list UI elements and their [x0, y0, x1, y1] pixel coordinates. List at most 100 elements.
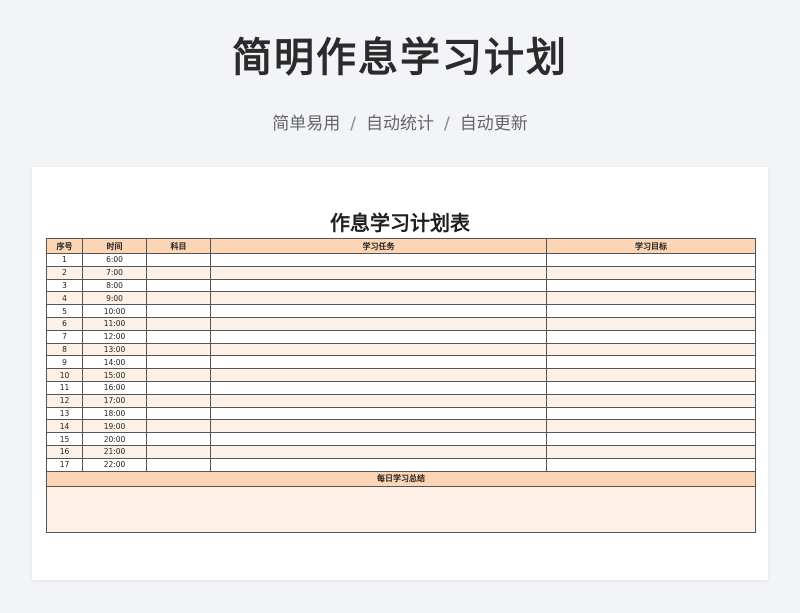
cell-time: 21:00	[82, 444, 147, 459]
cell-goal[interactable]	[546, 304, 756, 318]
cell-time: 22:00	[82, 457, 147, 472]
cell-time: 18:00	[82, 406, 147, 421]
cell-goal[interactable]	[546, 393, 756, 408]
cell-subject[interactable]	[146, 457, 211, 472]
summary-content-row	[46, 485, 756, 533]
cell-no: 5	[46, 304, 83, 318]
cell-time: 15:00	[82, 368, 147, 382]
schedule-table: 序号 时间 科目 学习任务 学习目标 1 6:00 2 7:00 3 8:00 4 9:00 5…	[46, 238, 756, 533]
cell-subject[interactable]	[146, 368, 211, 382]
cell-time: 14:00	[82, 355, 147, 370]
cell-goal[interactable]	[546, 457, 756, 472]
cell-task[interactable]	[210, 342, 547, 357]
cell-time: 17:00	[82, 393, 147, 408]
cell-goal[interactable]	[546, 265, 756, 280]
cell-no: 3	[46, 278, 83, 293]
summary-header-row: 每日学习总结	[46, 470, 756, 487]
cell-subject[interactable]	[146, 355, 211, 370]
cell-task[interactable]	[210, 291, 547, 306]
cell-time: 8:00	[82, 278, 147, 293]
cell-time: 11:00	[82, 316, 147, 331]
table-row: 11 16:00	[46, 380, 756, 395]
cell-task[interactable]	[210, 329, 547, 344]
sheet-title: 作息学习计划表	[330, 211, 470, 235]
cell-subject[interactable]	[146, 432, 211, 446]
cell-goal[interactable]	[546, 316, 756, 331]
cell-goal[interactable]	[546, 329, 756, 344]
cell-task[interactable]	[210, 253, 547, 267]
cell-task[interactable]	[210, 265, 547, 280]
summary-cell[interactable]	[46, 485, 756, 533]
cell-subject[interactable]	[146, 304, 211, 318]
cell-goal[interactable]	[546, 291, 756, 306]
cell-goal[interactable]	[546, 444, 756, 459]
column-header-goal: 学习目标	[546, 238, 756, 254]
cell-task[interactable]	[210, 304, 547, 318]
subtitle-separator: /	[350, 114, 356, 134]
table-row: 16 21:00	[46, 444, 756, 459]
cell-time: 13:00	[82, 342, 147, 357]
table-row: 5 10:00	[46, 304, 756, 318]
cell-task[interactable]	[210, 316, 547, 331]
cell-subject[interactable]	[146, 278, 211, 293]
cell-subject[interactable]	[146, 444, 211, 459]
cell-subject[interactable]	[146, 342, 211, 357]
table-row: 15 20:00	[46, 432, 756, 446]
cell-task[interactable]	[210, 368, 547, 382]
cell-time: 19:00	[82, 419, 147, 434]
cell-no: 8	[46, 342, 83, 357]
cell-goal[interactable]	[546, 406, 756, 421]
column-header-subject: 科目	[146, 238, 211, 254]
cell-task[interactable]	[210, 419, 547, 434]
cell-time: 10:00	[82, 304, 147, 318]
cell-subject[interactable]	[146, 380, 211, 395]
cell-no: 11	[46, 380, 83, 395]
table-row: 12 17:00	[46, 393, 756, 408]
table-body: 1 6:00 2 7:00 3 8:00 4 9:00 5 10:00 6 11:00 7 12:00 8 1…	[46, 253, 756, 472]
cell-goal[interactable]	[546, 380, 756, 395]
cell-goal[interactable]	[546, 432, 756, 446]
cell-no: 2	[46, 265, 83, 280]
cell-subject[interactable]	[146, 253, 211, 267]
cell-goal[interactable]	[546, 278, 756, 293]
column-header-time: 时间	[82, 238, 147, 254]
cell-subject[interactable]	[146, 329, 211, 344]
cell-goal[interactable]	[546, 342, 756, 357]
table-row: 7 12:00	[46, 329, 756, 344]
cell-goal[interactable]	[546, 253, 756, 267]
table-row: 17 22:00	[46, 457, 756, 472]
cell-no: 15	[46, 432, 83, 446]
cell-task[interactable]	[210, 355, 547, 370]
column-header-task: 学习任务	[210, 238, 547, 254]
cell-goal[interactable]	[546, 419, 756, 434]
cell-task[interactable]	[210, 278, 547, 293]
cell-subject[interactable]	[146, 316, 211, 331]
cell-no: 9	[46, 355, 83, 370]
cell-task[interactable]	[210, 380, 547, 395]
cell-subject[interactable]	[146, 393, 211, 408]
cell-task[interactable]	[210, 457, 547, 472]
cell-task[interactable]	[210, 432, 547, 446]
cell-no: 12	[46, 393, 83, 408]
cell-time: 6:00	[82, 253, 147, 267]
cell-no: 4	[46, 291, 83, 306]
cell-task[interactable]	[210, 406, 547, 421]
cell-no: 17	[46, 457, 83, 472]
spreadsheet-card: 作息学习计划表 序号 时间 科目 学习任务 学习目标 1 6:00 2 7:00 3 8:…	[32, 167, 768, 580]
cell-task[interactable]	[210, 393, 547, 408]
cell-time: 9:00	[82, 291, 147, 306]
cell-subject[interactable]	[146, 406, 211, 421]
cell-subject[interactable]	[146, 291, 211, 306]
table-row: 4 9:00	[46, 291, 756, 306]
cell-goal[interactable]	[546, 368, 756, 382]
table-row: 8 13:00	[46, 342, 756, 357]
subtitle-part-auto-update: 自动更新	[459, 114, 528, 134]
cell-time: 20:00	[82, 432, 147, 446]
table-row: 3 8:00	[46, 278, 756, 293]
cell-task[interactable]	[210, 444, 547, 459]
page-subtitle: 简单易用 / 自动统计 / 自动更新	[0, 110, 800, 138]
subtitle-separator: /	[444, 114, 450, 134]
cell-goal[interactable]	[546, 355, 756, 370]
cell-subject[interactable]	[146, 265, 211, 280]
cell-subject[interactable]	[146, 419, 211, 434]
